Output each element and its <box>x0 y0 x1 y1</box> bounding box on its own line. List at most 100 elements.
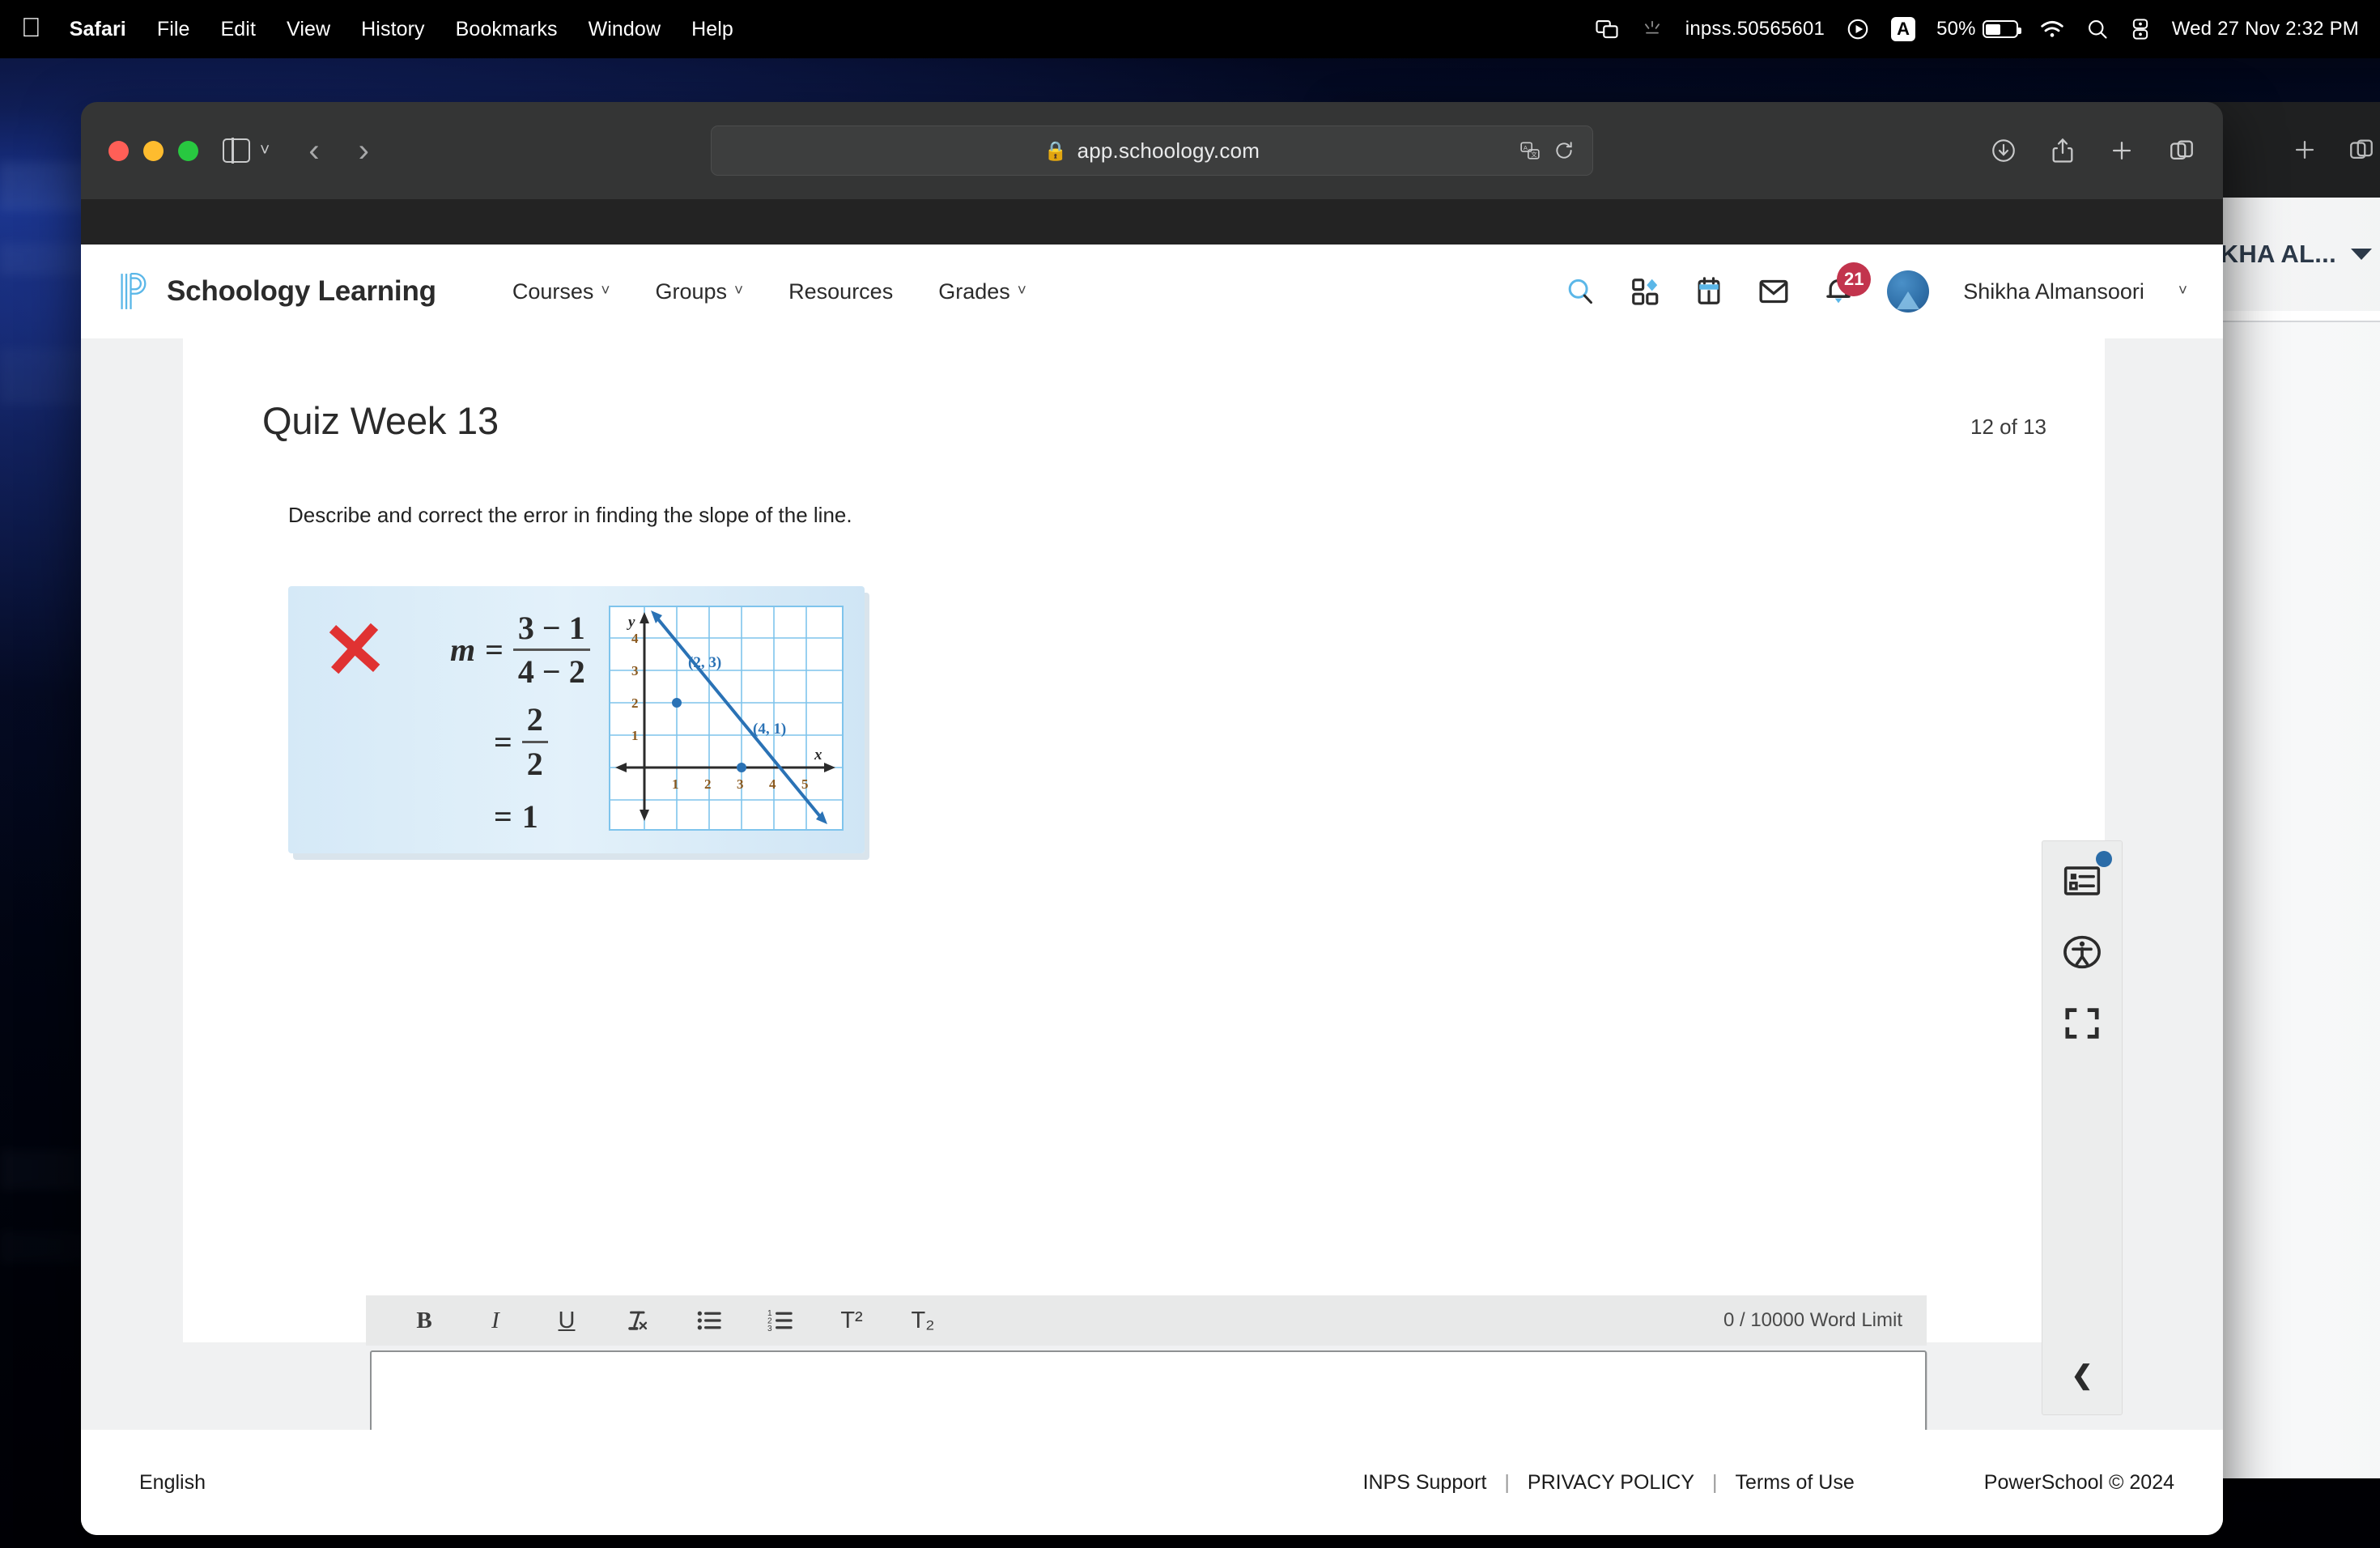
nav-item-groups[interactable]: Groups ˅ <box>632 279 766 304</box>
back-chevron-icon[interactable]: ‹ <box>308 134 319 167</box>
question-list-icon[interactable] <box>2060 859 2104 903</box>
italic-button[interactable]: I <box>460 1308 531 1334</box>
numbered-list-button[interactable]: 1 2 3 <box>745 1308 816 1333</box>
forward-chevron-icon[interactable]: › <box>359 134 369 167</box>
superscript-button[interactable]: T² <box>816 1308 887 1334</box>
rich-text-toolbar: B I U 1 2 3 T² T₂ 0 / 10000 Word Limit <box>366 1295 1927 1346</box>
safari-toolbar: ˅ ‹ › 🔒 app.schoology.com A 文 <box>81 102 2223 199</box>
remove-format-button[interactable] <box>602 1307 674 1334</box>
chevron-down-icon[interactable]: ˅ <box>260 141 270 160</box>
plus-icon[interactable] <box>2291 136 2318 164</box>
input-source-badge[interactable]: A <box>1891 17 1916 41</box>
nav-item-resources[interactable]: Resources <box>766 279 916 304</box>
worked-solution: m = 3 − 1 4 − 2 = 2 2 = 1 <box>450 610 590 836</box>
accessibility-icon[interactable] <box>2060 930 2104 974</box>
nav-label: Resources <box>788 279 894 304</box>
clock-label[interactable]: Wed 27 Nov 2:32 PM <box>2172 18 2359 40</box>
nav-item-courses[interactable]: Courses ˅ <box>490 279 633 304</box>
language-selector[interactable]: English <box>139 1471 206 1495</box>
apps-grid-icon[interactable] <box>1630 276 1660 307</box>
notification-count-badge: 21 <box>1837 262 1872 296</box>
menu-item-edit[interactable]: Edit <box>206 18 271 41</box>
wifi-icon[interactable] <box>2039 19 2065 40</box>
svg-text:3: 3 <box>767 1325 772 1333</box>
menu-item-help[interactable]: Help <box>676 18 749 41</box>
fraction-2-denominator: 2 <box>526 745 543 782</box>
footer-link-terms[interactable]: Terms of Use <box>1736 1471 1855 1495</box>
menu-item-view[interactable]: View <box>271 18 346 41</box>
tab-overview-icon[interactable] <box>2168 137 2195 164</box>
equals-sign: = <box>494 797 512 835</box>
user-avatar[interactable] <box>1887 270 1930 313</box>
solution-line-2: = 2 2 <box>494 702 590 782</box>
tab-overview-icon[interactable] <box>2348 136 2375 164</box>
menu-item-bookmarks[interactable]: Bookmarks <box>440 18 573 41</box>
notifications-button[interactable]: 21 <box>1824 262 1872 310</box>
download-icon[interactable] <box>1990 137 2017 164</box>
battery-half-icon <box>1982 20 2021 38</box>
schoology-brand[interactable]: Schoology Learning <box>118 270 436 313</box>
sidebar-toggle-icon[interactable] <box>223 138 250 164</box>
plus-icon[interactable] <box>2108 137 2136 164</box>
footer-link-support[interactable]: INPS Support <box>1363 1471 1487 1495</box>
macos-menu-bar:  Safari File Edit View History Bookmark… <box>0 0 2380 58</box>
footer-link-privacy[interactable]: PRIVACY POLICY <box>1528 1471 1694 1495</box>
svg-text:1: 1 <box>631 728 639 743</box>
site-footer: English INPS Support | PRIVACY POLICY | … <box>81 1430 2223 1535</box>
menu-item-history[interactable]: History <box>346 18 440 41</box>
search-icon[interactable] <box>1565 276 1596 307</box>
window-traffic-lights[interactable] <box>108 140 198 161</box>
nav-item-grades[interactable]: Grades ˅ <box>916 279 1049 304</box>
sun-rays-icon[interactable] <box>1640 19 1664 39</box>
answer-textarea[interactable] <box>370 1350 1927 1430</box>
menu-item-window[interactable]: Window <box>573 18 677 41</box>
fraction-1-numerator: 3 − 1 <box>517 610 585 646</box>
menu-item-safari[interactable]: Safari <box>54 18 142 41</box>
question-figure: ✕ m = 3 − 1 4 − 2 = 2 2 = 1 4 3 2 1 1 2 … <box>288 586 865 853</box>
subscript-button[interactable]: T₂ <box>887 1308 958 1334</box>
footer-separator: | <box>1712 1470 1718 1494</box>
reload-icon[interactable] <box>1553 140 1575 161</box>
control-center-icon[interactable] <box>2130 18 2151 40</box>
menu-item-file[interactable]: File <box>142 18 206 41</box>
solution-line-1: m = 3 − 1 4 − 2 <box>450 610 590 689</box>
quiz-card: Quiz Week 13 12 of 13 Describe and corre… <box>183 338 2105 1342</box>
solution-line-3: = 1 <box>494 797 590 836</box>
svg-text:2: 2 <box>631 695 639 711</box>
svg-text:文: 文 <box>1531 151 1537 159</box>
chevron-down-icon: ˅ <box>601 283 610 300</box>
maximize-window-button[interactable] <box>178 140 198 161</box>
schoology-site-header: Schoology Learning Courses ˅ Groups ˅ Re… <box>81 245 2223 338</box>
chevron-down-icon[interactable]: ˅ <box>2178 283 2187 300</box>
safari-browser-window[interactable]: ˅ ‹ › 🔒 app.schoology.com A 文 Schoology … <box>81 102 2223 1535</box>
background-window-username[interactable]: KHA AL... <box>2221 240 2336 269</box>
envelope-icon[interactable] <box>1757 277 1790 306</box>
nav-label: Grades <box>938 279 1010 304</box>
bulleted-list-button[interactable] <box>674 1308 745 1333</box>
svg-text:2: 2 <box>704 776 712 792</box>
svg-text:4: 4 <box>769 776 776 792</box>
equals-sign: = <box>485 632 504 669</box>
fraction-bar <box>512 649 590 652</box>
share-icon[interactable] <box>2050 137 2076 164</box>
minimize-window-button[interactable] <box>143 140 164 161</box>
caret-down-icon[interactable] <box>2351 249 2372 260</box>
svg-text:y: y <box>627 614 635 631</box>
close-window-button[interactable] <box>108 140 129 161</box>
safari-tab-strip <box>81 199 2223 245</box>
battery-indicator[interactable]: 50% <box>1936 18 2021 40</box>
spotlight-search-icon[interactable] <box>2086 18 2109 40</box>
translate-icon[interactable]: A 文 <box>1519 140 1541 161</box>
screen-mirror-icon[interactable] <box>1595 17 1619 41</box>
username-label[interactable]: Shikha Almansoori <box>1963 279 2144 304</box>
underline-button[interactable]: U <box>531 1308 602 1334</box>
collapse-chevron-left-icon[interactable]: ❮ <box>2072 1359 2093 1390</box>
apple-logo-icon[interactable]:  <box>21 14 54 45</box>
calendar-icon[interactable] <box>1694 276 1723 307</box>
address-bar[interactable]: 🔒 app.schoology.com A 文 <box>711 125 1593 176</box>
bold-button[interactable]: B <box>389 1308 460 1334</box>
fullscreen-icon[interactable] <box>2060 1002 2104 1045</box>
svg-text:A: A <box>1524 144 1528 151</box>
svg-text:4: 4 <box>631 631 639 646</box>
play-circle-icon[interactable] <box>1846 17 1870 41</box>
